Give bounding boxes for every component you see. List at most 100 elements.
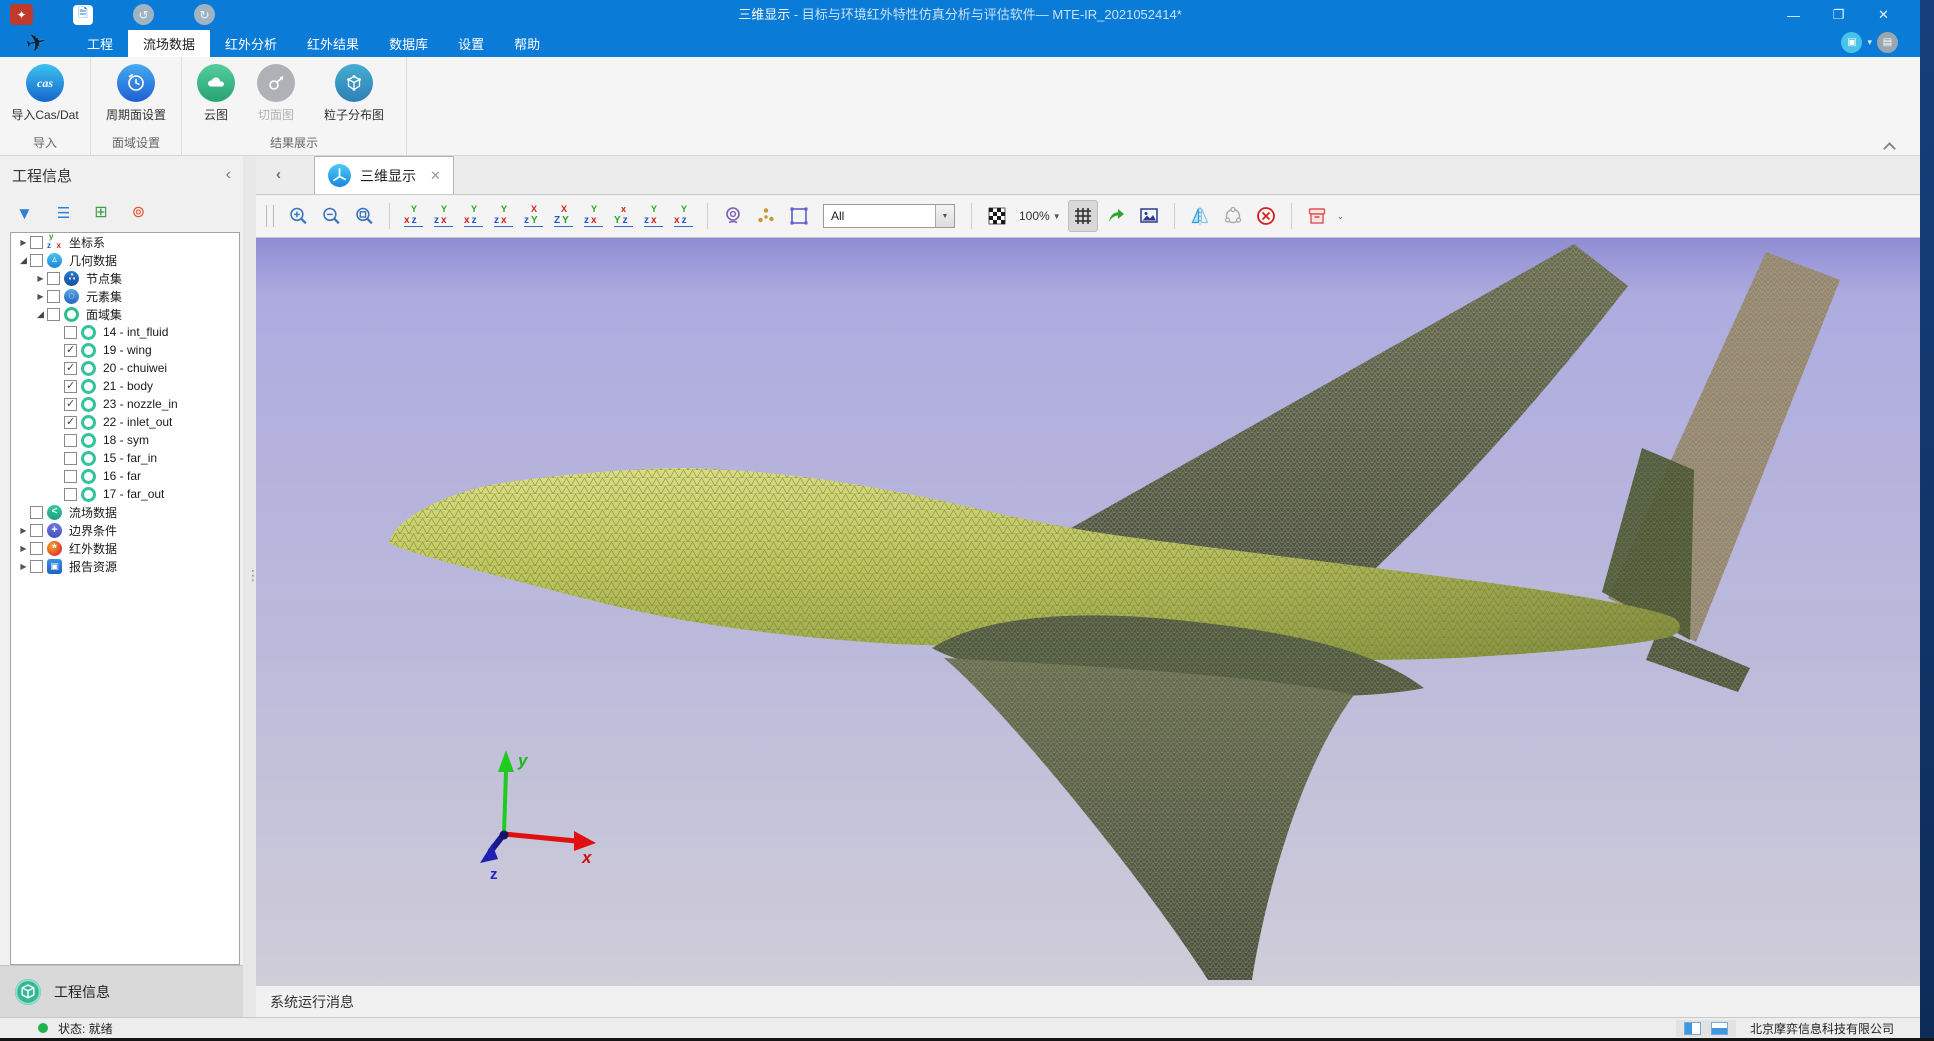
tree-checkbox[interactable] [30, 524, 43, 537]
chevron-down-icon[interactable]: ⌄ [1337, 211, 1345, 222]
tree-checkbox[interactable] [64, 344, 77, 357]
tree-checkbox[interactable] [47, 290, 60, 303]
import-cas-dat-button[interactable]: cas 导入Cas/Dat [6, 62, 84, 125]
layout-split-icon[interactable] [1684, 1022, 1701, 1035]
menubar-item[interactable]: 数据库 [374, 30, 443, 57]
display-filter-combobox[interactable]: All ▼ [823, 204, 955, 228]
tree-checkbox[interactable] [47, 272, 60, 285]
tree-expander-icon[interactable]: ▶ [17, 526, 30, 535]
tree-item[interactable]: 23 - nozzle_in [11, 395, 239, 413]
tree-expander-icon[interactable]: ◢ [34, 309, 47, 320]
tree-checkbox[interactable] [30, 236, 43, 249]
tree-checkbox[interactable] [64, 416, 77, 429]
minimize-button[interactable]: — [1771, 0, 1816, 30]
filter-icon[interactable]: ▼ [16, 205, 33, 222]
tree-expander-icon[interactable]: ◢ [17, 255, 30, 266]
tab-3d-display[interactable]: 三维显示 ✕ [314, 156, 454, 194]
zoom-fit-button[interactable] [349, 200, 379, 232]
tree-expander-icon[interactable]: ▶ [34, 292, 47, 301]
snapshot-image-button[interactable] [1134, 200, 1164, 232]
tree-checkbox[interactable] [30, 560, 43, 573]
tab-scroll-left-icon[interactable]: ‹ [276, 166, 281, 183]
tab-close-icon[interactable]: ✕ [430, 168, 441, 184]
archive-box-button[interactable] [1302, 200, 1332, 232]
tree-item[interactable]: ◢▵几何数据 [11, 251, 239, 269]
zoom-level-dropdown[interactable]: 100%▼ [1019, 209, 1061, 223]
tree-checkbox[interactable] [64, 380, 77, 393]
tree-item[interactable]: 18 - sym [11, 431, 239, 449]
tree-item[interactable]: ▶*红外数据 [11, 539, 239, 557]
delete-red-button[interactable] [1251, 200, 1281, 232]
tree-checkbox[interactable] [64, 398, 77, 411]
viewport-3d[interactable]: y x z [256, 238, 1920, 985]
tree-item[interactable]: ▶▣报告资源 [11, 557, 239, 575]
tree-checkbox[interactable] [64, 452, 77, 465]
tree-item[interactable]: ▶∴节点集 [11, 269, 239, 287]
menubar-item[interactable]: 流场数据 [128, 30, 210, 57]
tree-item[interactable]: ▶yzx坐标系 [11, 233, 239, 251]
tree-item[interactable]: ▶+边界条件 [11, 521, 239, 539]
tree-item[interactable]: 16 - far [11, 467, 239, 485]
contour-plot-button[interactable]: 云图 [188, 62, 244, 125]
list-view-icon[interactable]: ☰ [57, 206, 70, 221]
window-style-icon[interactable]: ▣ [1841, 32, 1862, 53]
view-orientation-button[interactable]: Yxz [670, 203, 697, 229]
tree-expander-icon[interactable]: ▶ [17, 562, 30, 571]
tree-item[interactable]: 22 - inlet_out [11, 413, 239, 431]
tree-expander-icon[interactable]: ▶ [17, 544, 30, 553]
zoom-in-button[interactable] [283, 200, 313, 232]
view-orientation-button[interactable]: Yzx [490, 203, 517, 229]
menubar-item[interactable]: 帮助 [499, 30, 555, 57]
menubar-item[interactable]: 设置 [443, 30, 499, 57]
tree-checkbox[interactable] [64, 434, 77, 447]
view-orientation-button[interactable]: XZY [550, 203, 577, 229]
view-orientation-button[interactable]: Yxz [460, 203, 487, 229]
tree-checkbox[interactable] [30, 254, 43, 267]
tree-checkbox[interactable] [64, 488, 77, 501]
tree-item[interactable]: 14 - int_fluid [11, 323, 239, 341]
view-orientation-button[interactable]: Yzx [640, 203, 667, 229]
menubar-item[interactable]: 工程 [72, 30, 128, 57]
tree-item[interactable]: 21 - body [11, 377, 239, 395]
tree-checkbox[interactable] [47, 308, 60, 321]
tree-item[interactable]: 17 - far_out [11, 485, 239, 503]
tree-item[interactable]: ▶◌元素集 [11, 287, 239, 305]
target-icon[interactable]: ⊚ [132, 205, 145, 221]
slice-plot-button[interactable]: 切面图 [248, 62, 304, 125]
camera-button[interactable] [718, 200, 748, 232]
combobox-dropdown-icon[interactable]: ▼ [935, 205, 954, 227]
menubar-item[interactable]: 红外分析 [210, 30, 292, 57]
tree-item[interactable]: 15 - far_in [11, 449, 239, 467]
view-orientation-button[interactable]: Yxz [400, 203, 427, 229]
view-orientation-button[interactable]: Yzx [580, 203, 607, 229]
panel-footer[interactable]: 工程信息 [0, 965, 243, 1017]
close-button[interactable]: ✕ [1861, 0, 1906, 30]
tree-item[interactable]: ◢面域集 [11, 305, 239, 323]
grid-view-icon[interactable]: ⊞ [94, 205, 107, 221]
zoom-out-button[interactable] [316, 200, 346, 232]
mirror-button[interactable] [1185, 200, 1215, 232]
tree-checkbox[interactable] [64, 362, 77, 375]
grid-toggle-button[interactable] [1068, 200, 1098, 232]
help-book-icon[interactable]: ▤ [1877, 32, 1898, 53]
particles-button[interactable] [751, 200, 781, 232]
periodic-surface-button[interactable]: 周期面设置 [97, 62, 175, 125]
view-orientation-button[interactable]: xYz [610, 203, 637, 229]
tree-item[interactable]: 20 - chuiwei [11, 359, 239, 377]
restore-button[interactable]: ❐ [1816, 0, 1861, 30]
export-arrow-button[interactable] [1101, 200, 1131, 232]
tree-checkbox[interactable] [30, 506, 43, 519]
particle-distribution-button[interactable]: 粒子分布图 [308, 62, 400, 125]
panel-collapse-chevron-icon[interactable]: ‹ [226, 166, 231, 184]
tree-expander-icon[interactable]: ▶ [34, 274, 47, 283]
toolbar-grip[interactable] [266, 205, 274, 227]
menubar-item[interactable]: 红外结果 [292, 30, 374, 57]
ribbon-collapse-chevron-icon[interactable] [1884, 141, 1894, 149]
layout-bottom-icon[interactable] [1711, 1022, 1728, 1035]
view-orientation-button[interactable]: XzY [520, 203, 547, 229]
link-nodes-button[interactable] [1218, 200, 1248, 232]
view-orientation-button[interactable]: Yzx [430, 203, 457, 229]
tree-checkbox[interactable] [30, 542, 43, 555]
tree-item[interactable]: 19 - wing [11, 341, 239, 359]
tree-checkbox[interactable] [64, 326, 77, 339]
